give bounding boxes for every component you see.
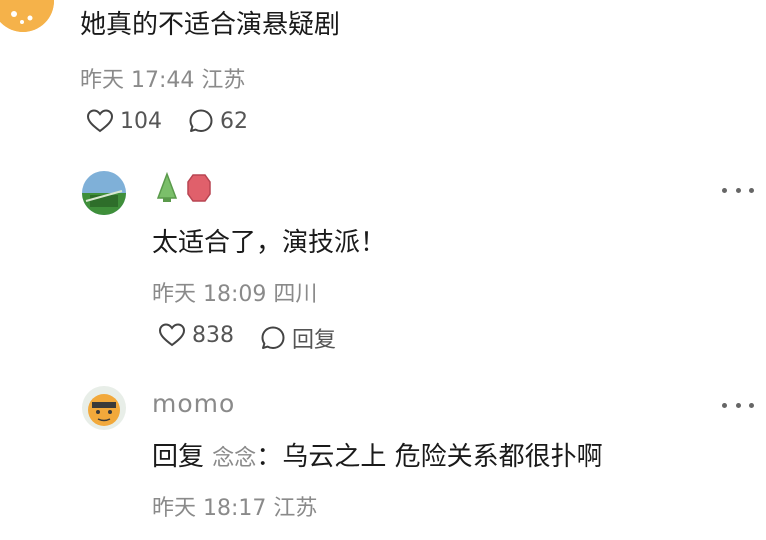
avatar[interactable] — [0, 0, 54, 32]
comment-bubble-icon — [189, 109, 213, 132]
dot-icon — [722, 187, 727, 193]
avatar-image — [82, 171, 126, 215]
heart-icon — [158, 323, 186, 347]
like-count: 104 — [120, 108, 162, 134]
reply-separator: ： — [256, 442, 283, 472]
avatar[interactable] — [82, 171, 126, 215]
like-button[interactable]: 838 — [158, 322, 234, 348]
comment-meta: 昨天 17:44 江苏 — [80, 62, 245, 94]
dot-icon — [735, 402, 741, 408]
reply-count-button[interactable]: 62 — [188, 108, 248, 134]
dot-icon — [749, 402, 754, 408]
reply-time: 昨天 18:09 — [152, 282, 267, 307]
comment-text: 她真的不适合演悬疑剧 — [80, 10, 341, 40]
dot-icon — [735, 187, 741, 193]
avatar-image — [0, 0, 54, 32]
reply-prefix: 回复 — [152, 442, 205, 472]
user-badges — [154, 172, 212, 204]
heart-icon — [86, 109, 114, 133]
avatar-image — [82, 386, 126, 430]
comment-time: 昨天 17:44 — [80, 68, 195, 93]
reply-meta: 昨天 18:17 江苏 — [152, 490, 317, 522]
green-badge-icon — [156, 172, 178, 202]
reply-time: 昨天 18:17 — [152, 496, 267, 521]
reply-target-user[interactable]: 念念 — [212, 446, 256, 471]
more-options-button[interactable] — [722, 185, 754, 195]
dot-icon — [722, 402, 727, 408]
reply-count: 62 — [220, 108, 248, 134]
avatar[interactable] — [82, 386, 126, 430]
dot-icon — [749, 187, 754, 193]
comment-bubble-icon — [261, 326, 285, 349]
red-badge-icon — [187, 174, 211, 202]
reply-label: 回复 — [292, 328, 337, 353]
reply-body: 乌云之上 危险关系都很扑啊 — [282, 442, 603, 472]
username[interactable]: momo — [152, 389, 235, 418]
reply-text: 回复 念念：乌云之上 危险关系都很扑啊 — [152, 436, 603, 473]
reply-meta: 昨天 18:09 四川 — [152, 276, 317, 308]
like-button[interactable]: 104 — [86, 108, 162, 134]
reply-location: 江苏 — [273, 496, 318, 521]
comment-location: 江苏 — [201, 68, 246, 93]
like-count: 838 — [192, 322, 234, 348]
reply-button[interactable]: 回复 — [260, 322, 336, 354]
more-options-button[interactable] — [722, 400, 754, 410]
reply-location: 四川 — [273, 282, 318, 307]
reply-text: 太适合了，演技派！ — [152, 228, 387, 258]
